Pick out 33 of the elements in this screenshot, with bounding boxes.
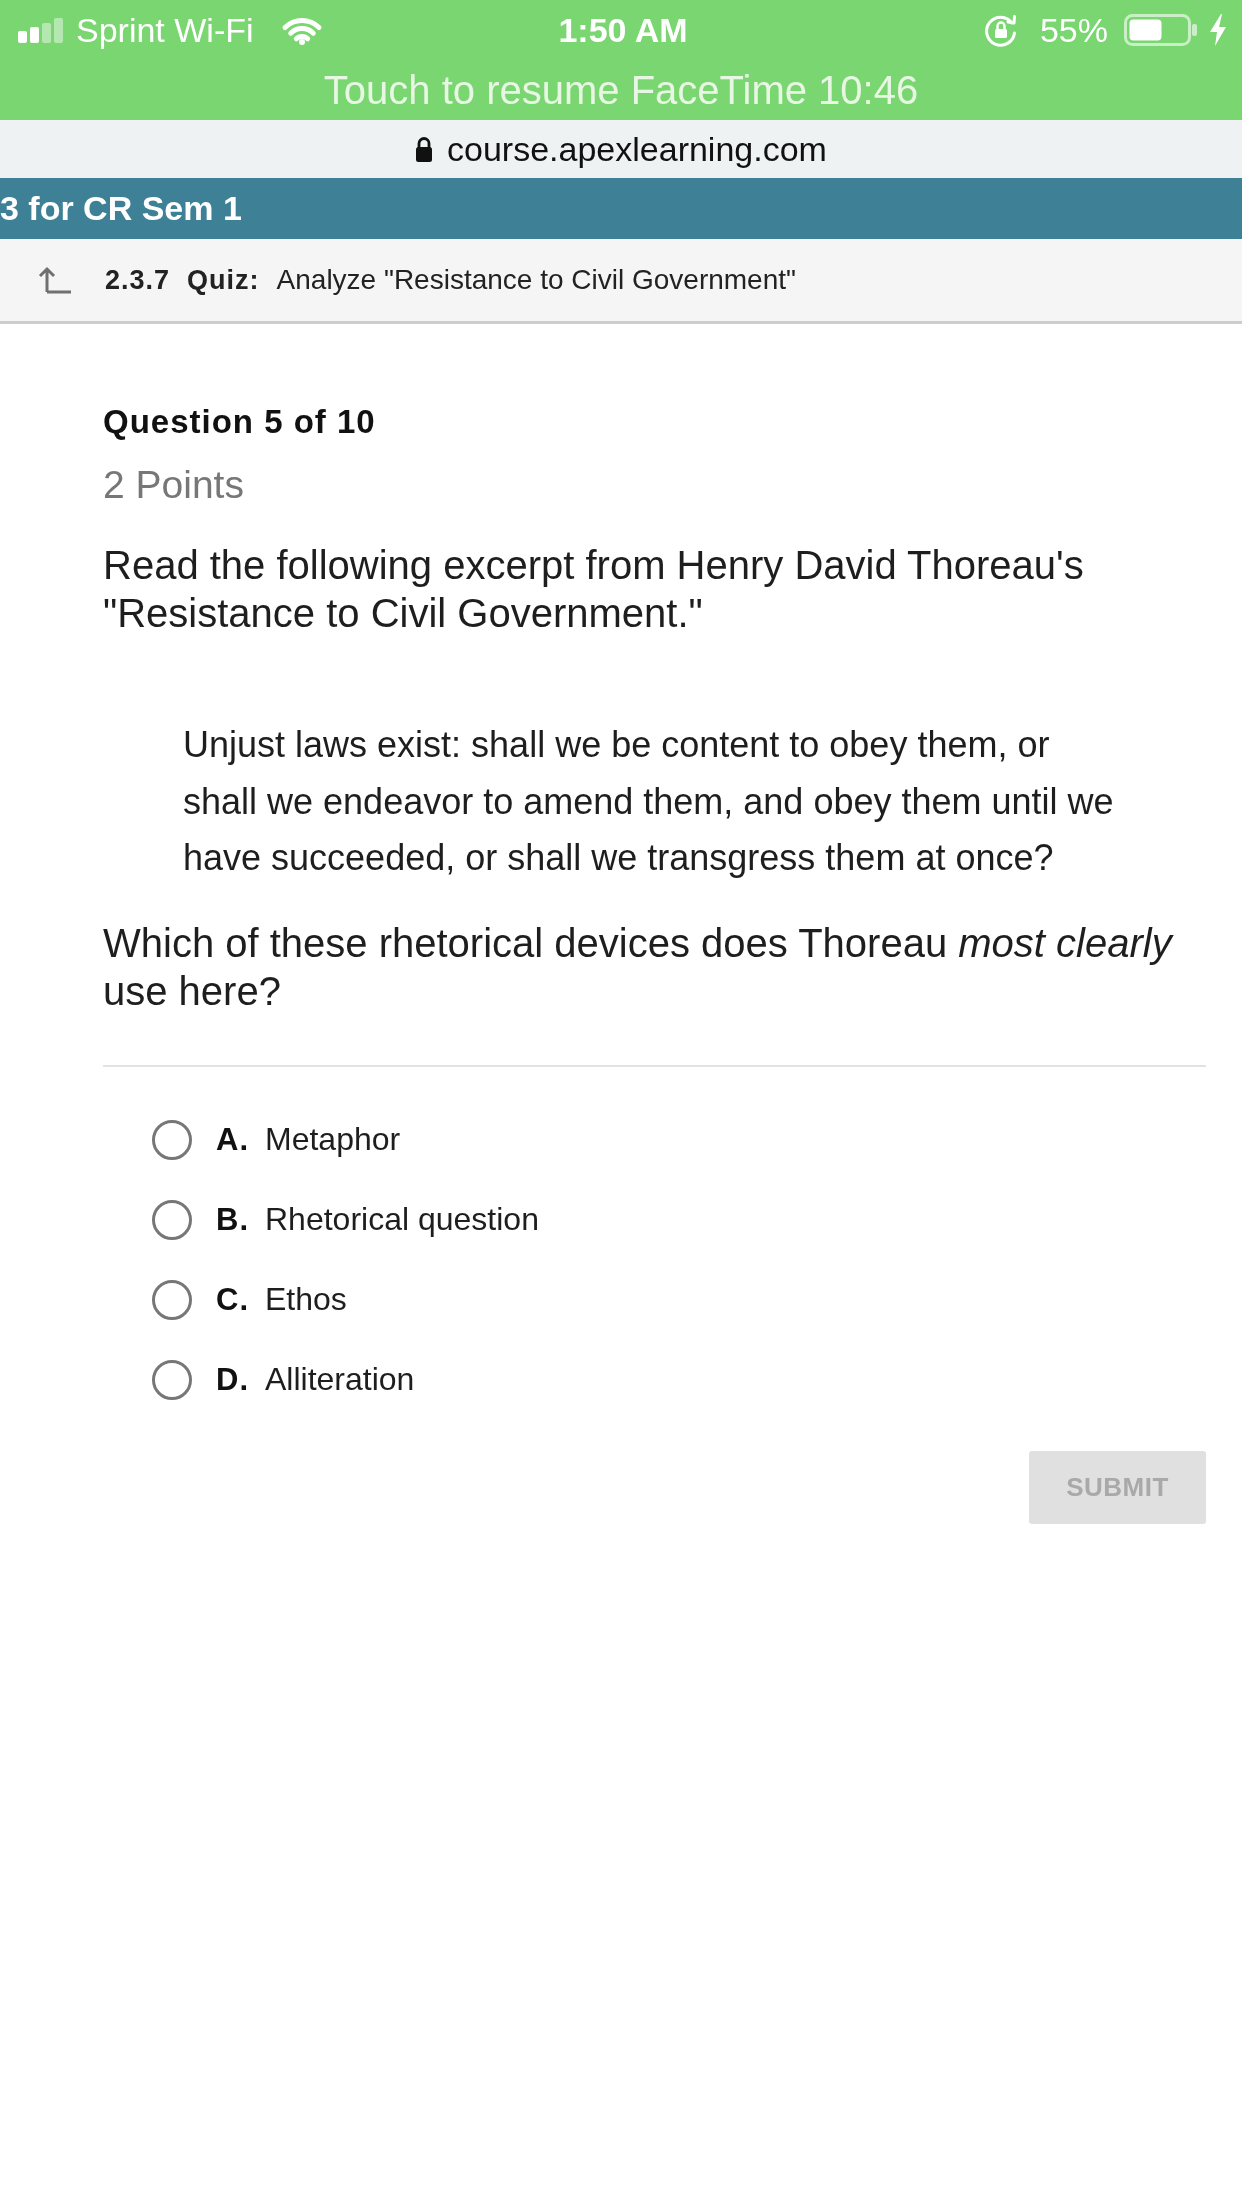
- option-letter: C.: [216, 1281, 249, 1318]
- charging-bolt-icon: [1208, 14, 1228, 46]
- radio-button[interactable]: [152, 1199, 192, 1240]
- address-bar[interactable]: course.apexlearning.com: [0, 120, 1242, 178]
- option-letter: B.: [216, 1201, 249, 1238]
- question-prompt: Read the following excerpt from Henry David Thoreau's "Resistance to Civil Government.": [103, 542, 1085, 637]
- rotation-lock-icon: [983, 13, 1018, 47]
- option-text[interactable]: Ethos: [265, 1281, 347, 1318]
- carrier-name: Sprint Wi-Fi: [76, 10, 254, 50]
- excerpt-quote: Unjust laws exist: shall we be content to obey them, or shall we endeavor to amend them, and obey them until we have succeeded, or shall we transgress them at once?: [183, 723, 1115, 880]
- url-text: course.apexlearning.com: [447, 129, 827, 169]
- radio-button[interactable]: [152, 1279, 192, 1320]
- lock-icon: [415, 136, 434, 162]
- battery-icon: [1124, 14, 1198, 46]
- battery-percent: 55%: [1039, 10, 1108, 50]
- quiz-type-label: Quiz:: [187, 264, 260, 296]
- option-text[interactable]: Alliteration: [265, 1361, 415, 1398]
- option-text[interactable]: Rhetorical question: [265, 1201, 539, 1238]
- option-text[interactable]: Metaphor: [265, 1121, 401, 1158]
- turn-up-arrow-icon[interactable]: [38, 266, 72, 294]
- quiz-number: 2.3.7: [105, 264, 171, 296]
- points-label: 2 Points: [103, 462, 245, 508]
- question-counter: Question 5 of 10: [103, 402, 377, 442]
- option-letter: D.: [216, 1361, 249, 1398]
- radio-button[interactable]: [152, 1359, 192, 1400]
- quiz-title: Analyze "Resistance to Civil Government": [276, 264, 796, 296]
- question-text: Which of these rhetorical devices does Thoreau most clearly use here?: [103, 919, 1175, 1015]
- radio-button[interactable]: [152, 1119, 192, 1160]
- signal-bars-icon: [18, 17, 64, 43]
- wifi-icon: [279, 15, 324, 45]
- option-letter: A.: [216, 1121, 249, 1158]
- course-title: 3 for CR Sem 1: [0, 189, 242, 228]
- clock-time: 1:50 AM: [558, 10, 688, 50]
